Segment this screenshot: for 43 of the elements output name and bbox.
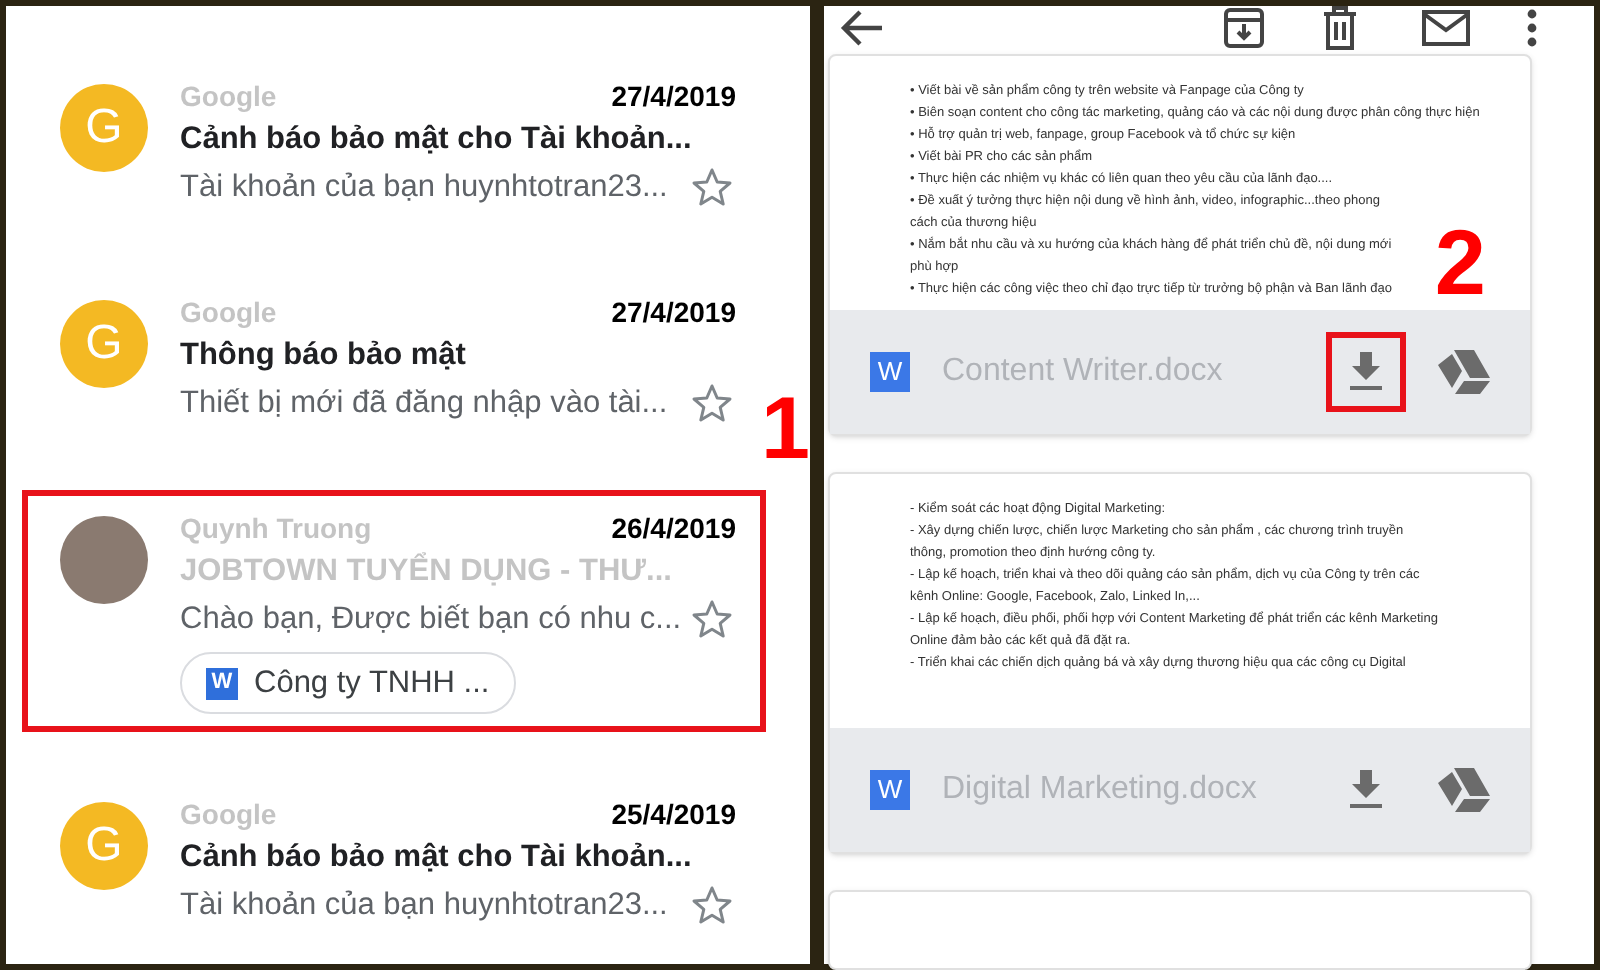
download-button[interactable]: [1326, 332, 1406, 412]
star-icon[interactable]: [688, 596, 736, 644]
download-icon: [1348, 352, 1384, 392]
avatar: G: [60, 802, 148, 891]
email-subject: Cảnh báo bảo mật cho Tài khoản...: [180, 120, 694, 160]
email-snippet: Thiết bị mới đã đăng nhập vào tài...: [180, 384, 668, 424]
word-icon: W: [870, 770, 910, 810]
avatar: G: [60, 84, 148, 172]
sender-name: Google: [180, 796, 277, 835]
email-date: 25/4/2019: [611, 796, 736, 835]
mail-icon[interactable]: [1422, 10, 1470, 46]
back-arrow-icon[interactable]: [840, 8, 884, 48]
email-row[interactable]: G Google 27/4/2019 Cảnh báo bảo mật cho Tài khoản... Tài khoản của bạn huynhtotran23...: [22, 58, 766, 230]
email-date: 27/4/2019: [611, 78, 736, 116]
attachment-chip[interactable]: W Công ty TNHH ...: [180, 652, 516, 715]
email-date: 27/4/2019: [611, 294, 736, 332]
sender-name: Google: [180, 294, 277, 332]
step-number: 1: [761, 386, 810, 474]
email-snippet: Chào bạn, Được biết bạn có nhu c...: [180, 600, 682, 640]
email-row[interactable]: G Google 25/4/2019 Cảnh báo bảo mật cho Tài khoản... Tài khoản của bạn huynhtotran23...: [22, 776, 766, 949]
sender-name: Quynh Truong: [180, 510, 372, 548]
email-subject: Thông báo bảo mật: [180, 336, 468, 376]
email-subject: JOBTOWN TUYỂN DỤNG - THƯ...: [180, 550, 674, 592]
email-date: 26/4/2019: [611, 510, 736, 548]
avatar: G: [60, 300, 148, 388]
word-icon: W: [870, 352, 910, 392]
avatar-icon: [60, 516, 148, 604]
email-subject: Cảnh báo bảo mật cho Tài khoản...: [180, 838, 694, 879]
email-snippet: Tài khoản của bạn huynhtotran23...: [180, 168, 668, 208]
archive-icon[interactable]: [1222, 6, 1266, 50]
star-icon[interactable]: [688, 164, 736, 212]
email-row[interactable]: Quynh Truong 26/4/2019 JOBTOWN TUYỂN DỤNG - THƯ... Chào bạn, Được biết bạn có nhu c... W Công ty TNHH ...: [22, 490, 766, 733]
file-name: Digital Marketing.docx: [942, 770, 1259, 810]
email-row[interactable]: G Google 27/4/2019 Thông báo bảo mật Thiết bị mới đã đăng nhập vào tài...: [22, 274, 766, 446]
step-number: 2: [1434, 216, 1486, 308]
file-name: Content Writer.docx: [942, 352, 1225, 392]
download-icon: [1348, 770, 1384, 810]
star-icon[interactable]: [688, 380, 736, 428]
email-snippet: Tài khoản của bạn huynhtotran23...: [180, 886, 668, 927]
sender-name: Google: [180, 78, 277, 116]
trash-icon[interactable]: [1322, 6, 1358, 50]
more-icon[interactable]: [1526, 8, 1538, 48]
word-icon: W: [206, 667, 238, 700]
